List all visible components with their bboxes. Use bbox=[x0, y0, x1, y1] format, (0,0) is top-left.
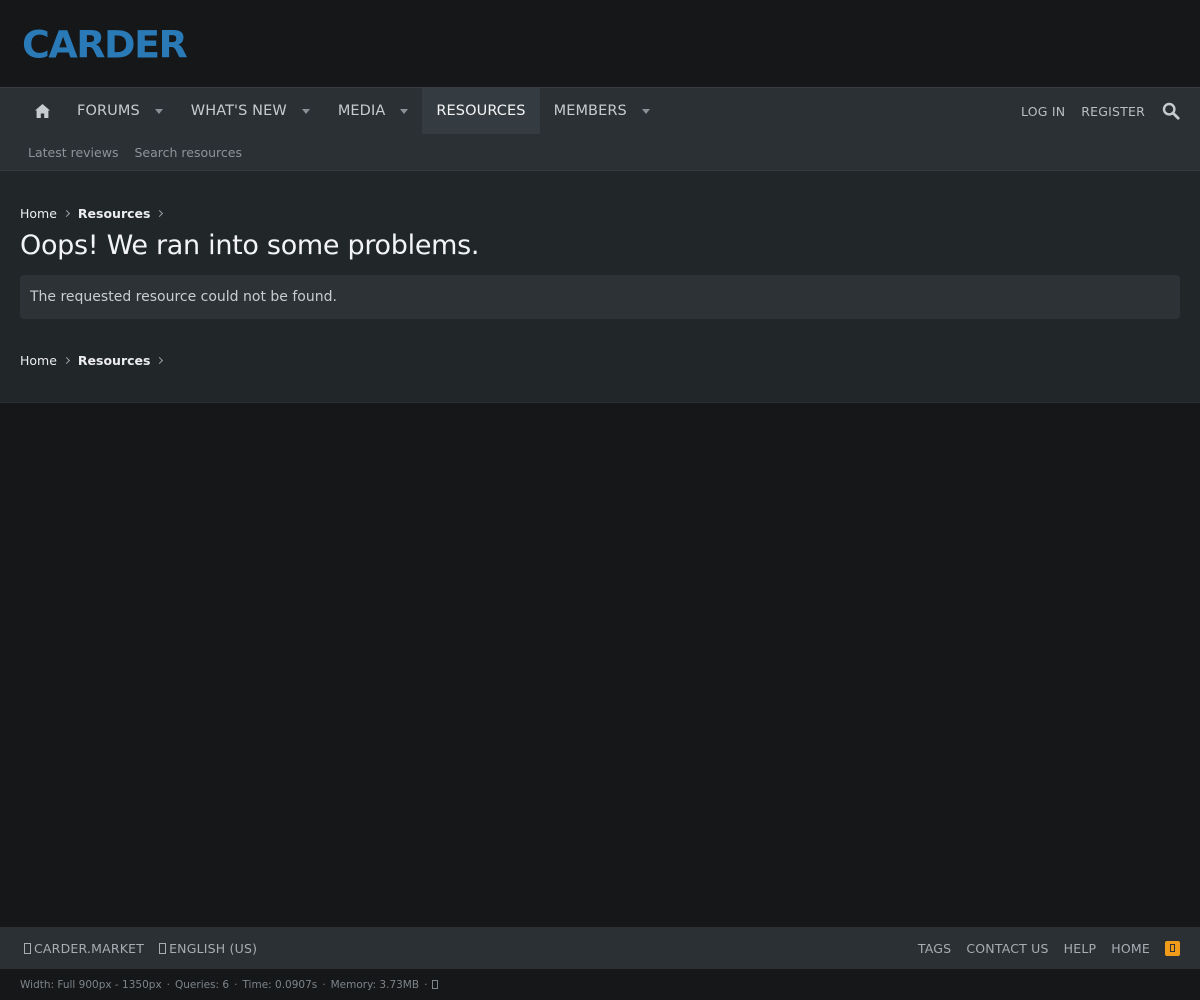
separator-dot: · bbox=[424, 978, 428, 991]
separator-dot: · bbox=[234, 978, 238, 991]
nav-tab-label: FORUMS bbox=[77, 103, 140, 119]
breadcrumb-resources[interactable]: Resources bbox=[78, 206, 151, 221]
footer-link-help[interactable]: HELP bbox=[1064, 941, 1097, 956]
chevron-down-icon[interactable] bbox=[154, 109, 163, 114]
site-logo[interactable]: CARDER bbox=[22, 26, 188, 63]
nav-tab-label: WHAT'S NEW bbox=[190, 103, 287, 119]
search-icon[interactable] bbox=[1162, 102, 1180, 120]
nav-tab-resources[interactable]: RESOURCES bbox=[422, 88, 540, 134]
debug-queries: Queries: 6 bbox=[175, 978, 230, 991]
nav-tab-media[interactable]: MEDIA bbox=[324, 88, 423, 134]
nav-tab-label: MEMBERS bbox=[553, 103, 627, 119]
nav-home-tab[interactable] bbox=[20, 88, 63, 134]
chevron-down-icon[interactable] bbox=[641, 109, 650, 114]
breadcrumb-resources[interactable]: Resources bbox=[78, 353, 151, 368]
login-link[interactable]: LOG IN bbox=[1021, 104, 1065, 119]
subnav-search-resources[interactable]: Search resources bbox=[134, 145, 242, 160]
site-header: CARDER bbox=[0, 0, 1200, 87]
home-icon bbox=[35, 104, 50, 118]
error-message: The requested resource could not be foun… bbox=[30, 289, 337, 305]
main-nav: FORUMS WHAT'S NEW MEDIA RESOURCES MEMBER… bbox=[0, 87, 1200, 134]
breadcrumb: Home Resources bbox=[20, 204, 1180, 222]
footer-left: CARDER.MARKET ENGLISH (US) bbox=[24, 941, 272, 956]
page-title: Oops! We ran into some problems. bbox=[20, 230, 480, 261]
footer-link-home[interactable]: HOME bbox=[1111, 941, 1150, 956]
debug-toggle-icon[interactable] bbox=[432, 980, 439, 989]
nav-tab-label: RESOURCES bbox=[436, 103, 526, 119]
nav-tabs: FORUMS WHAT'S NEW MEDIA RESOURCES MEMBER… bbox=[20, 88, 664, 134]
paint-brush-icon bbox=[24, 942, 31, 954]
footer-link-tags[interactable]: TAGS bbox=[918, 941, 951, 956]
separator-dot: · bbox=[166, 978, 171, 991]
breadcrumb-home[interactable]: Home bbox=[20, 206, 57, 221]
nav-user-links: LOG IN REGISTER bbox=[1021, 88, 1180, 134]
site-footer: CARDER.MARKET ENGLISH (US) TAGS CONTACT … bbox=[0, 927, 1200, 1000]
footer-link-contact[interactable]: CONTACT US bbox=[966, 941, 1048, 956]
chevron-right-icon bbox=[62, 209, 70, 217]
debug-width: Width: Full 900px - 1350px bbox=[20, 978, 162, 991]
sub-nav: Latest reviews Search resources bbox=[0, 134, 1200, 171]
breadcrumb-bottom: Home Resources bbox=[20, 351, 1180, 369]
rss-glyph bbox=[1170, 944, 1175, 952]
debug-bar: Width: Full 900px - 1350px · Queries: 6 … bbox=[0, 969, 1200, 1000]
language-chooser[interactable]: ENGLISH (US) bbox=[159, 941, 257, 956]
nav-tab-label: MEDIA bbox=[337, 103, 386, 119]
debug-memory: Memory: 3.73MB bbox=[330, 978, 420, 991]
chevron-down-icon[interactable] bbox=[301, 109, 310, 114]
chevron-right-icon bbox=[156, 209, 164, 217]
chevron-down-icon[interactable] bbox=[400, 109, 409, 114]
style-chooser[interactable]: CARDER.MARKET bbox=[24, 941, 144, 956]
nav-tab-forums[interactable]: FORUMS bbox=[63, 88, 177, 134]
error-notice: The requested resource could not be foun… bbox=[20, 275, 1180, 319]
subnav-latest-reviews[interactable]: Latest reviews bbox=[28, 145, 118, 160]
rss-icon[interactable] bbox=[1165, 940, 1180, 956]
chevron-right-icon bbox=[156, 356, 164, 364]
nav-tab-whats-new[interactable]: WHAT'S NEW bbox=[177, 88, 324, 134]
footer-links: TAGS CONTACT US HELP HOME bbox=[903, 940, 1180, 956]
main-content: Home Resources Oops! We ran into some pr… bbox=[0, 171, 1200, 403]
footer-nav: CARDER.MARKET ENGLISH (US) TAGS CONTACT … bbox=[0, 927, 1200, 969]
separator-dot: · bbox=[322, 978, 326, 991]
register-link[interactable]: REGISTER bbox=[1081, 104, 1145, 119]
globe-icon bbox=[159, 942, 167, 954]
nav-tab-members[interactable]: MEMBERS bbox=[540, 88, 664, 134]
breadcrumb-home[interactable]: Home bbox=[20, 353, 57, 368]
style-label: CARDER.MARKET bbox=[34, 940, 145, 956]
debug-time: Time: 0.0907s bbox=[242, 978, 318, 991]
chevron-right-icon bbox=[62, 356, 70, 364]
language-label: ENGLISH (US) bbox=[169, 940, 258, 956]
